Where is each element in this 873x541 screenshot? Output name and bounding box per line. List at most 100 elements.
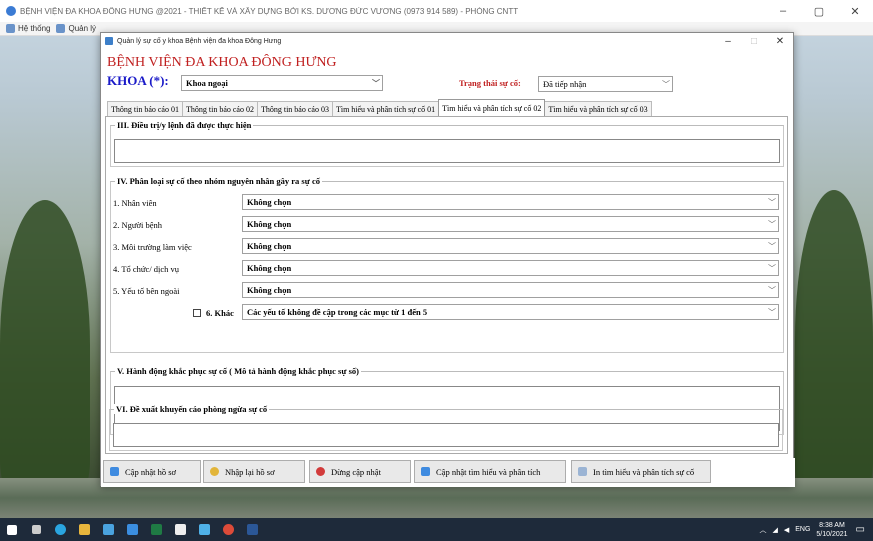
taskbar-store[interactable]: [96, 518, 120, 541]
section-6-title: VI. Đề xuất khuyến cáo phòng ngừa sự cố: [114, 404, 270, 414]
button-label: Dừng cập nhật: [331, 466, 381, 477]
mail-icon: [126, 524, 138, 535]
dialog-close-button[interactable]: ✕: [767, 36, 793, 47]
other-label: 6. Khác: [206, 308, 234, 318]
section-6-textarea[interactable]: [113, 423, 779, 447]
select-value: Không chọn: [247, 219, 292, 229]
cause-select-patient[interactable]: Không chọn ﹀: [242, 216, 779, 232]
taskbar-explorer[interactable]: [72, 518, 96, 541]
folder-icon: [78, 524, 90, 535]
app-icon: [198, 524, 210, 535]
reset-icon: [210, 467, 219, 476]
main-maximize-button[interactable]: ▢: [801, 5, 837, 18]
app-logo-icon: [6, 6, 16, 16]
chevron-down-icon: ﹀: [768, 263, 776, 273]
refresh-icon: [110, 467, 119, 476]
cause-select-environment[interactable]: Không chọn ﹀: [242, 238, 779, 254]
main-close-button[interactable]: ✕: [837, 5, 873, 18]
task-view-button[interactable]: [24, 518, 48, 541]
chevron-down-icon: ﹀: [768, 197, 776, 207]
start-button[interactable]: [0, 518, 24, 541]
tab-report-03[interactable]: Thông tin báo cáo 03: [256, 101, 333, 116]
taskbar-word[interactable]: [240, 518, 264, 541]
reenter-record-button[interactable]: Nhập lại hồ sơ: [203, 460, 305, 483]
cause-select-external[interactable]: Không chọn ﹀: [242, 282, 779, 298]
cause-select-organization[interactable]: Không chọn ﹀: [242, 260, 779, 276]
section-6-group: VI. Đề xuất khuyến cáo phòng ngừa sự cố: [109, 404, 783, 451]
chrome-icon: [222, 524, 234, 535]
notification-icon[interactable]: ▭: [856, 524, 865, 535]
khoa-label: KHOA (*):: [107, 73, 169, 88]
background-tree: [0, 200, 90, 490]
select-value: Không chọn: [247, 263, 292, 273]
language-indicator[interactable]: ENG: [795, 526, 810, 533]
chevron-down-icon: ﹀: [372, 78, 380, 88]
cause-select-staff[interactable]: Không chọn ﹀: [242, 194, 779, 210]
volume-icon[interactable]: ◀: [784, 526, 789, 534]
dialog-minimize-button[interactable]: –: [715, 36, 741, 47]
main-window-titlebar: BỆNH VIỆN ĐA KHOA ĐÔNG HƯNG @2021 - THIẾ…: [0, 0, 873, 22]
tab-report-01[interactable]: Thông tin báo cáo 01: [107, 101, 183, 116]
select-value: Các yếu tố không đề cập trong các mục từ…: [247, 307, 428, 317]
update-record-button[interactable]: Cập nhật hồ sơ: [103, 460, 201, 483]
print-analysis-button[interactable]: In tìm hiểu và phân tích sự cố: [571, 460, 711, 483]
button-label: In tìm hiểu và phân tích sự cố: [593, 466, 695, 477]
taskbar-chrome[interactable]: [216, 518, 240, 541]
taskbar-excel[interactable]: [144, 518, 168, 541]
system-icon: [6, 24, 15, 33]
chevron-down-icon: ﹀: [768, 219, 776, 229]
button-label: Nhập lại hồ sơ: [225, 466, 275, 477]
button-label: Cập nhật tìm hiểu và phân tích: [436, 466, 541, 477]
update-analysis-button[interactable]: Cập nhật tìm hiểu và phân tích: [414, 460, 566, 483]
chevron-down-icon: ﹀: [768, 241, 776, 251]
select-value: Không chọn: [247, 197, 292, 207]
tab-report-02[interactable]: Thông tin báo cáo 02: [181, 101, 258, 116]
windows-taskbar: ︿ ◢ ◀ ENG 8:38 AM 5/10/2021 ▭: [0, 518, 873, 541]
dialog-app-icon: [105, 37, 113, 45]
taskbar-app[interactable]: [168, 518, 192, 541]
cause-select-other[interactable]: Các yếu tố không đề cập trong các mục từ…: [242, 304, 779, 320]
section-4-group: IV. Phân loại sự cố theo nhóm nguyên nhâ…: [110, 176, 784, 353]
stop-update-button[interactable]: Dừng cập nhật: [309, 460, 411, 483]
cause-label-staff: 1. Nhân viên: [113, 198, 157, 208]
printer-icon: [578, 467, 587, 476]
cause-label-patient: 2. Người bệnh: [113, 220, 162, 230]
section-5-title: V. Hành động khắc phục sự cố ( Mô tả hàn…: [115, 366, 361, 376]
edge-icon: [54, 524, 66, 535]
store-icon: [102, 524, 114, 535]
button-label: Cập nhật hồ sơ: [125, 466, 177, 477]
chevron-down-icon: ﹀: [768, 307, 776, 317]
status-select-value: Đã tiếp nhận: [543, 79, 587, 89]
taskbar-mail[interactable]: [120, 518, 144, 541]
status-label: Trạng thái sự cố:: [459, 78, 521, 88]
refresh-icon: [421, 467, 430, 476]
clock-date: 5/10/2021: [816, 530, 848, 538]
chevron-up-icon[interactable]: ︿: [759, 525, 766, 535]
select-value: Không chọn: [247, 241, 292, 251]
app-icon: [174, 524, 186, 535]
button-bar: Cập nhật hồ sơ Nhập lại hồ sơ Dừng cập n…: [101, 458, 795, 487]
section-3-group: III. Điều trị/y lệnh đã được thực hiện: [110, 120, 784, 167]
khoa-select[interactable]: Khoa ngoại ﹀: [181, 75, 383, 91]
taskbar-app-active[interactable]: [192, 518, 216, 541]
tab-analysis-01[interactable]: Tìm hiểu và phân tích sự cố 01: [331, 101, 440, 116]
dialog-title: Quản lý sự cố y khoa Bệnh viện đa khoa Đ…: [117, 37, 282, 45]
menu-item-label: Hệ thống: [18, 24, 51, 33]
main-minimize-button[interactable]: –: [765, 5, 801, 17]
clock[interactable]: 8:38 AM 5/10/2021: [816, 521, 847, 539]
other-checkbox[interactable]: [193, 309, 201, 317]
task-view-icon: [31, 525, 41, 534]
status-select[interactable]: Đã tiếp nhận ﹀: [538, 76, 673, 92]
chevron-down-icon: ﹀: [662, 79, 670, 89]
tab-analysis-03[interactable]: Tìm hiểu và phân tích sự cố 03: [544, 101, 652, 116]
network-icon[interactable]: ◢: [772, 526, 777, 534]
word-icon: [246, 524, 258, 535]
dialog-maximize-button[interactable]: □: [741, 36, 767, 47]
menu-item-he-thong[interactable]: Hệ thống: [6, 24, 50, 33]
taskbar-edge[interactable]: [48, 518, 72, 541]
section-3-textarea[interactable]: [114, 139, 780, 163]
dialog-titlebar: Quản lý sự cố y khoa Bệnh viện đa khoa Đ…: [101, 33, 793, 49]
menu-item-quan-ly[interactable]: Quản lý: [56, 24, 96, 33]
tab-analysis-02[interactable]: Tìm hiểu và phân tích sự cố 02: [438, 99, 546, 116]
excel-icon: [150, 524, 162, 535]
